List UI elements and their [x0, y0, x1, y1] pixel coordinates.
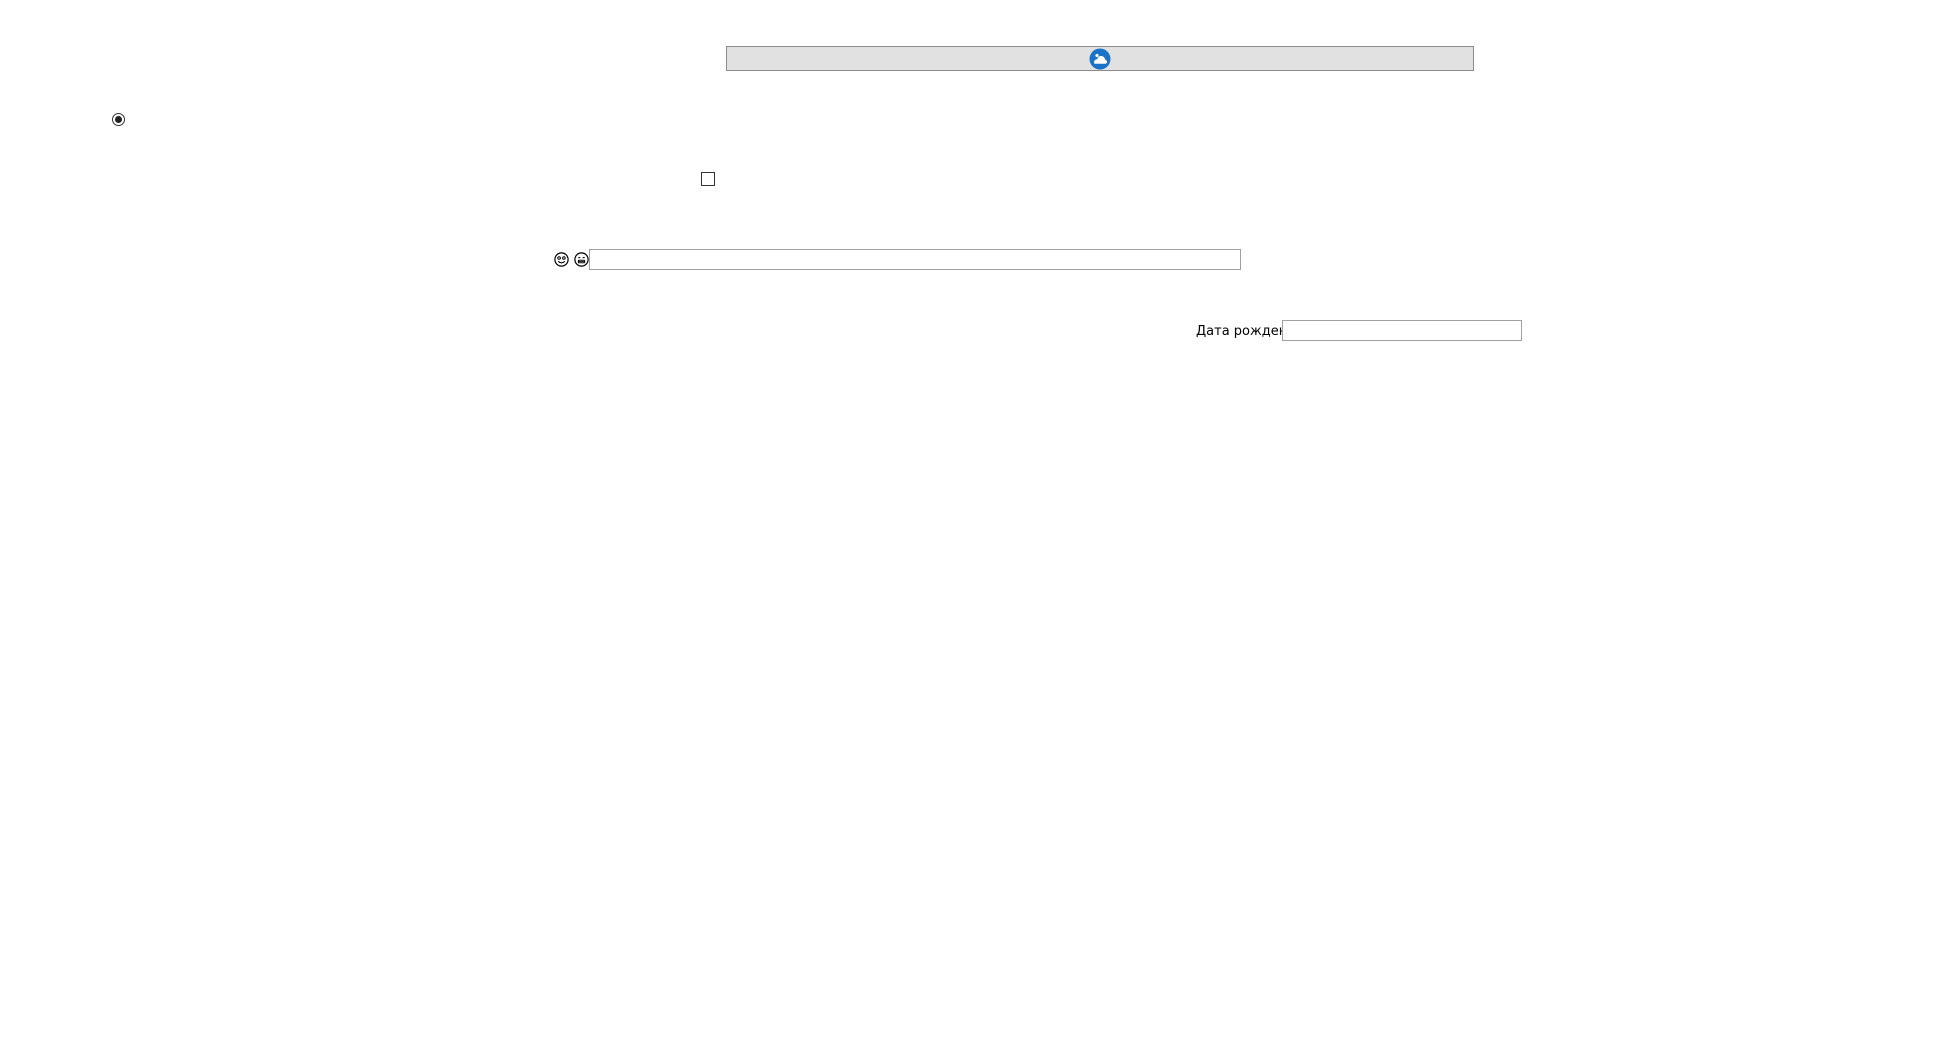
cloud-logo-icon [1089, 48, 1111, 70]
smiley-face-icon[interactable] [554, 252, 569, 267]
top-button[interactable] [726, 46, 1474, 71]
birth-date-input[interactable] [1282, 320, 1522, 341]
grinning-face-icon[interactable] [574, 252, 589, 267]
option-radio[interactable] [112, 113, 125, 126]
text-input[interactable] [589, 249, 1241, 270]
radio-checked-dot [115, 116, 122, 123]
option-checkbox[interactable] [701, 172, 715, 186]
